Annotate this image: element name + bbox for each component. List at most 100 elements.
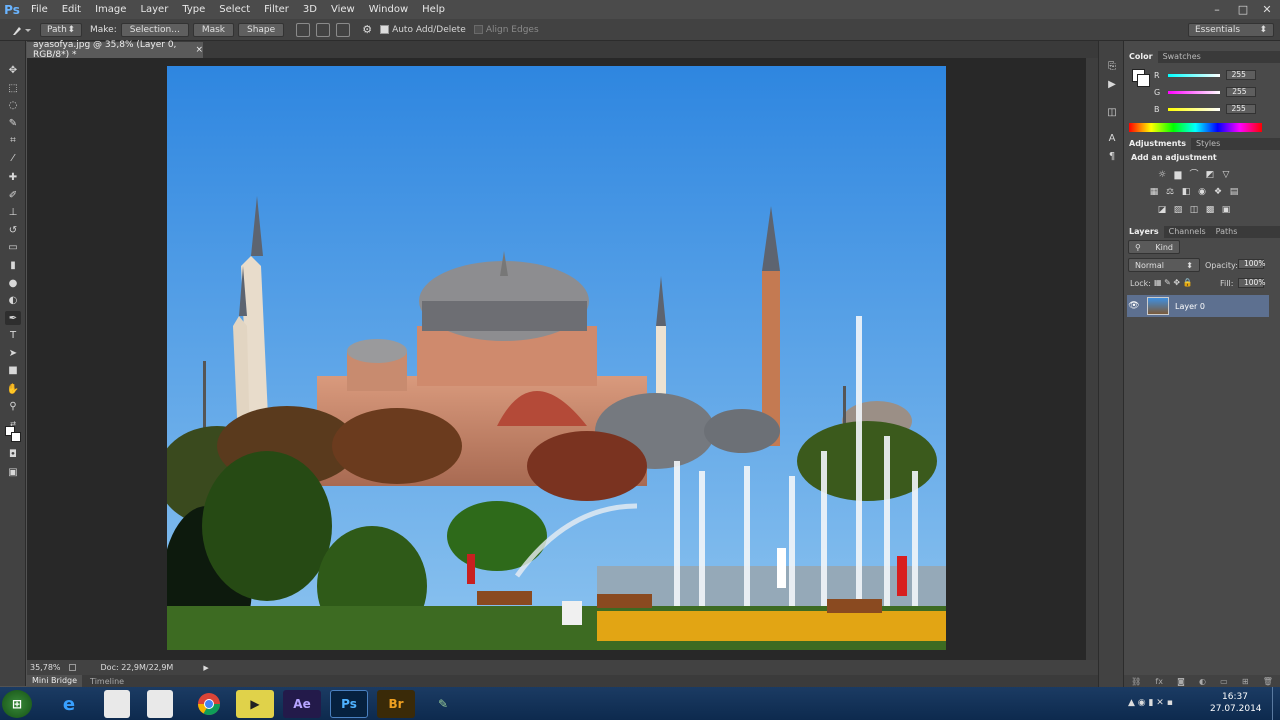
new-adjustment-layer-icon[interactable]: ◐ bbox=[1199, 677, 1206, 686]
tab-paths[interactable]: Paths bbox=[1211, 226, 1243, 238]
video-editor-icon[interactable]: ▶ bbox=[236, 690, 274, 718]
menu-image[interactable]: Image bbox=[88, 0, 133, 19]
clone-stamp-tool-icon[interactable]: ⊥ bbox=[5, 205, 21, 219]
green-slider[interactable]: G 255 bbox=[1154, 86, 1279, 98]
background-color-swatch[interactable] bbox=[11, 432, 21, 442]
layer-kind-filter[interactable]: ⚲ Kind bbox=[1128, 240, 1180, 254]
tool-mode-dropdown[interactable]: Path ⬍ bbox=[40, 22, 82, 37]
color-balance-adjustment-icon[interactable]: ⚖ bbox=[1164, 187, 1176, 197]
make-mask-button[interactable]: Mask bbox=[192, 22, 234, 37]
brush-tool-icon[interactable]: ✐ bbox=[5, 188, 21, 202]
menu-select[interactable]: Select bbox=[212, 0, 257, 19]
document-tab[interactable]: ayasofya.jpg @ 35,8% (Layer 0, RGB/8*) *… bbox=[27, 40, 203, 60]
healing-brush-tool-icon[interactable]: ✚ bbox=[5, 170, 21, 184]
black-white-adjustment-icon[interactable]: ◧ bbox=[1180, 187, 1192, 197]
path-arrangement-icon[interactable] bbox=[336, 22, 351, 37]
tab-layers[interactable]: Layers bbox=[1124, 226, 1164, 238]
actions-panel-icon[interactable]: ▶ bbox=[1104, 77, 1120, 91]
tab-color[interactable]: Color bbox=[1124, 51, 1158, 63]
menu-filter[interactable]: Filter bbox=[257, 0, 296, 19]
layer-style-icon[interactable]: fx bbox=[1155, 677, 1163, 686]
path-alignment-icon[interactable] bbox=[316, 22, 331, 37]
red-track[interactable] bbox=[1167, 73, 1220, 77]
lasso-tool-icon[interactable]: ◌ bbox=[5, 98, 21, 112]
pen-tool-icon[interactable]: ✒ bbox=[5, 311, 21, 325]
brightness-adjustment-icon[interactable]: ☼ bbox=[1156, 170, 1168, 180]
tab-swatches[interactable]: Swatches bbox=[1158, 51, 1206, 63]
history-brush-tool-icon[interactable]: ↺ bbox=[5, 223, 21, 237]
history-panel-icon[interactable]: ⎘ bbox=[1104, 59, 1120, 73]
menu-edit[interactable]: Edit bbox=[55, 0, 88, 19]
zoom-level[interactable]: 35,78% bbox=[30, 663, 61, 672]
color-spectrum-ramp[interactable] bbox=[1129, 123, 1262, 132]
maximize-button[interactable]: □ bbox=[1230, 0, 1256, 19]
make-selection-button[interactable]: Selection... bbox=[120, 22, 189, 37]
color-lookup-adjustment-icon[interactable]: ▤ bbox=[1228, 187, 1240, 197]
marquee-tool-icon[interactable]: ⬚ bbox=[5, 81, 21, 95]
layer-row[interactable]: 👁 Layer 0 bbox=[1127, 295, 1269, 317]
type-tool-icon[interactable]: T bbox=[5, 328, 21, 342]
exposure-adjustment-icon[interactable]: ◩ bbox=[1204, 170, 1216, 180]
start-button[interactable]: ⊞ bbox=[2, 690, 32, 718]
gradient-tool-icon[interactable]: ▮ bbox=[5, 258, 21, 272]
opacity-value[interactable]: 100% bbox=[1238, 259, 1265, 269]
blur-tool-icon[interactable]: ● bbox=[5, 276, 21, 290]
posterize-adjustment-icon[interactable]: ▨ bbox=[1172, 205, 1184, 215]
blend-mode-dropdown[interactable]: Normal ⬍ bbox=[1128, 258, 1200, 272]
blue-slider[interactable]: B 255 bbox=[1154, 103, 1279, 115]
photoshop-taskbar-icon[interactable]: Ps bbox=[330, 690, 368, 718]
photo-filter-adjustment-icon[interactable]: ◉ bbox=[1196, 187, 1208, 197]
green-track[interactable] bbox=[1168, 90, 1221, 94]
zoom-tool-icon[interactable]: ⚲ bbox=[5, 399, 21, 413]
menu-3d[interactable]: 3D bbox=[296, 0, 324, 19]
close-tab-icon[interactable]: × bbox=[195, 45, 203, 55]
after-effects-icon[interactable]: Ae bbox=[283, 690, 321, 718]
red-slider[interactable]: R 255 bbox=[1154, 69, 1279, 81]
levels-adjustment-icon[interactable]: ▆ bbox=[1172, 170, 1184, 180]
make-shape-button[interactable]: Shape bbox=[238, 22, 285, 37]
menu-help[interactable]: Help bbox=[415, 0, 452, 19]
eraser-tool-icon[interactable]: ▭ bbox=[5, 240, 21, 254]
dodge-tool-icon[interactable]: ◐ bbox=[5, 293, 21, 307]
calculator-icon[interactable] bbox=[104, 690, 130, 718]
show-desktop-button[interactable] bbox=[1272, 687, 1280, 720]
tab-timeline[interactable]: Timeline bbox=[82, 677, 132, 686]
workspace-dropdown[interactable]: Essentials ⬍ bbox=[1188, 22, 1274, 37]
close-button[interactable]: ✕ bbox=[1254, 0, 1280, 19]
eye-visibility-icon[interactable]: 👁 bbox=[1127, 301, 1141, 311]
link-layers-icon[interactable]: ⛓ bbox=[1131, 677, 1141, 686]
tab-channels[interactable]: Channels bbox=[1164, 226, 1211, 238]
menu-window[interactable]: Window bbox=[362, 0, 415, 19]
clock[interactable]: 16:37 27.07.2014 bbox=[1210, 691, 1262, 715]
eyedropper-tool-icon[interactable]: ⁄ bbox=[5, 151, 21, 165]
channel-mixer-adjustment-icon[interactable]: ❖ bbox=[1212, 187, 1224, 197]
lock-icons[interactable]: ▦ ✎ ✥ 🔒 bbox=[1154, 278, 1193, 287]
tab-adjustments[interactable]: Adjustments bbox=[1124, 138, 1191, 150]
minimize-button[interactable]: – bbox=[1204, 0, 1230, 19]
calculator-icon[interactable] bbox=[147, 690, 173, 718]
quick-mask-icon[interactable]: ◘ bbox=[5, 447, 21, 461]
internet-explorer-icon[interactable]: e bbox=[50, 690, 88, 718]
color-background-swatch[interactable] bbox=[1137, 74, 1150, 87]
blue-track[interactable] bbox=[1167, 107, 1220, 111]
tray-icons[interactable]: ▲ ◉ ▮ ✕ ▪ bbox=[1128, 698, 1173, 708]
character-panel-icon[interactable]: A bbox=[1104, 131, 1120, 145]
move-tool-icon[interactable]: ✥ bbox=[5, 63, 21, 77]
tab-styles[interactable]: Styles bbox=[1191, 138, 1225, 150]
green-value[interactable]: 255 bbox=[1226, 87, 1257, 97]
gradient-map-adjustment-icon[interactable]: ▩ bbox=[1204, 205, 1216, 215]
menu-layer[interactable]: Layer bbox=[133, 0, 175, 19]
bridge-icon[interactable]: Br bbox=[377, 690, 415, 718]
layer-name[interactable]: Layer 0 bbox=[1175, 302, 1205, 311]
new-group-icon[interactable]: ▭ bbox=[1220, 677, 1228, 686]
blue-value[interactable]: 255 bbox=[1225, 104, 1256, 114]
hue-saturation-adjustment-icon[interactable]: ▦ bbox=[1148, 187, 1160, 197]
tab-mini-bridge[interactable]: Mini Bridge bbox=[27, 675, 83, 687]
trash-icon[interactable]: 🗑 bbox=[1263, 677, 1273, 686]
chrome-icon[interactable] bbox=[190, 690, 228, 718]
document-image[interactable] bbox=[167, 66, 946, 650]
threshold-adjustment-icon[interactable]: ◫ bbox=[1188, 205, 1200, 215]
editor-app-icon[interactable]: ✎ bbox=[424, 690, 462, 718]
quick-select-tool-icon[interactable]: ✎ bbox=[5, 116, 21, 130]
hand-tool-icon[interactable]: ✋ bbox=[5, 382, 21, 396]
